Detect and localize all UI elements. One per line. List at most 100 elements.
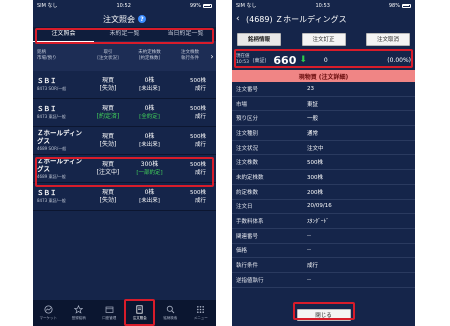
detail-row: 逆指値執行 -- <box>232 272 415 288</box>
action-buttons: 銘柄情報 注文訂正 注文取消 <box>232 28 415 50</box>
scroll-right-icon[interactable]: › <box>209 52 215 61</box>
price-time: 10:53 <box>236 60 249 65</box>
tab-today-filled[interactable]: 当日約定一覧 <box>155 27 216 41</box>
order-row[interactable]: ＳＢＩ 8473 東証/一般 現買 [約定済] 0株 [全約定] 500株 成行 <box>33 99 216 127</box>
filled-status: [一部約定] <box>136 169 163 176</box>
tab-unfilled-list[interactable]: 未約定一覧 <box>94 27 155 41</box>
col-header-stock: 銘柄 市場/預り <box>37 50 57 61</box>
battery-percent: 98% <box>388 2 400 9</box>
nav-label: マーケット <box>39 316 58 320</box>
detail-key: 関連番号 <box>236 233 259 240</box>
detail-key: 市場 <box>236 101 248 108</box>
stock-code-market: 8473 東証/一般 <box>37 197 66 203</box>
price-market: (東証) <box>252 57 267 64</box>
battery-indicator: 98% <box>389 3 411 9</box>
search-icon <box>166 305 175 314</box>
help-icon[interactable]: ? <box>138 15 146 23</box>
order-row[interactable]: ＳＢＩ 8473 東証/一般 現買 [失効] 0株 [未出来] 500株 成行 <box>33 183 216 211</box>
page-title-bar: 注文照会 ? <box>33 11 216 27</box>
modify-order-button[interactable]: 注文訂正 <box>301 32 346 46</box>
detail-key: 手数料体系 <box>236 219 264 226</box>
nav-label: 口座管理 <box>102 316 117 320</box>
detail-value: 200株 <box>307 189 323 196</box>
detail-row: 注文番号 23 <box>232 82 415 97</box>
tab-order-inquiry[interactable]: 注文照会 <box>33 27 94 42</box>
unfilled-qty: 0株 <box>144 76 155 84</box>
detail-value: 注文中 <box>307 145 324 152</box>
wallet-icon <box>105 305 114 314</box>
order-qty: 500株 <box>190 105 206 112</box>
nav-label: 注文照会 <box>132 316 147 320</box>
order-status: [約定済] <box>96 112 120 120</box>
price-change: 0 <box>323 56 328 64</box>
current-price: 660 <box>273 53 297 67</box>
stock-title: (4689) Ｚホールディングス <box>246 15 347 24</box>
order-inquiry-screen: SIM なし 10:52 99% 注文照会 ? 注文照会 未約定一覧 当日約定一… <box>33 0 216 326</box>
filled-status: [未出来] <box>139 141 160 148</box>
detail-key: 価格 <box>236 248 248 255</box>
bottom-nav: マーケット 登録銘柄 口座管理 注文照会 銘柄検索 メニュー <box>33 300 216 326</box>
exec-condition: 成行 <box>194 141 206 148</box>
order-tabs: 注文照会 未約定一覧 当日約定一覧 <box>33 27 216 42</box>
nav-search[interactable]: 銘柄検索 <box>155 300 186 326</box>
table-header: 銘柄 市場/預り 取引 [注文状況] 未約定株数 [約定株数] 注文株数 執行条… <box>33 41 216 71</box>
detail-row: 注文種別 通常 <box>232 126 415 141</box>
stock-name: Ｚホールディングス <box>37 156 83 173</box>
trade-type: 現買 <box>101 76 114 84</box>
nav-market[interactable]: マーケット <box>33 300 64 326</box>
down-arrow-icon: ⬇ <box>299 55 307 65</box>
detail-key: 未約定株数 <box>236 174 264 181</box>
order-row[interactable]: Ｚホールディングス 4689 SOR/一般 現買 [失効] 0株 [未出来] 5… <box>33 127 216 155</box>
detail-value: 23 <box>307 85 314 92</box>
back-icon[interactable]: ‹ <box>236 14 240 24</box>
unfilled-qty: 0株 <box>144 104 155 112</box>
detail-row: 預り区分 一般 <box>232 111 415 127</box>
exec-condition: 成行 <box>194 113 206 120</box>
detail-key: 注文番号 <box>236 86 259 93</box>
filled-status: [未出来] <box>139 197 160 204</box>
detail-key: 預り区分 <box>236 116 259 123</box>
detail-value: 一般 <box>307 116 319 123</box>
nav-menu[interactable]: メニュー <box>186 300 217 326</box>
cancel-order-button[interactable]: 注文取消 <box>366 32 410 46</box>
nav-label: メニュー <box>193 316 208 320</box>
trade-type: 現買 <box>101 132 114 140</box>
clock: 10:52 <box>116 2 131 9</box>
detail-value: -- <box>307 232 311 239</box>
nav-order-inquiry[interactable]: 注文照会 <box>125 300 156 326</box>
price-change-pct: (0.00%) <box>387 56 411 64</box>
detail-row: 注文日 20/09/16 <box>232 199 415 215</box>
exec-condition: 成行 <box>194 169 206 176</box>
detail-value: 通常 <box>307 130 319 137</box>
carrier-label: SIM なし <box>37 3 58 9</box>
detail-row: 関連番号 -- <box>232 228 415 244</box>
detail-value: 300株 <box>307 174 323 181</box>
order-status: [失効] <box>99 196 117 204</box>
trade-type: 現買 <box>101 104 114 112</box>
section-header: 現物買 (注文詳細) <box>232 70 415 82</box>
filled-status: [全約定] <box>139 113 160 120</box>
detail-row: 手数料体系 ｽﾀﾝﾀﾞｰﾄﾞ <box>232 214 415 229</box>
close-button[interactable]: 閉じる <box>296 309 351 321</box>
detail-value: -- <box>307 247 311 254</box>
order-row-selected[interactable]: Ｚホールディングス 4689 東証/一般 現買 [注文中] 300株 [一部約定… <box>33 155 216 183</box>
battery-icon <box>202 3 212 8</box>
order-qty: 500株 <box>190 77 206 84</box>
stock-info-button[interactable]: 銘柄情報 <box>237 32 281 46</box>
nav-label: 登録銘柄 <box>71 316 86 320</box>
stock-code-market: 8473 東証/一般 <box>37 113 66 119</box>
detail-value: 成行 <box>307 263 319 270</box>
order-qty: 500株 <box>190 133 206 140</box>
stock-code-market: 4689 東証/一般 <box>37 173 66 179</box>
col-header-trade: 取引 [注文状況] <box>97 50 119 61</box>
order-row[interactable]: ＳＢＩ 8473 SOR/一般 現買 [失効] 0株 [未出来] 500株 成行 <box>33 71 216 99</box>
nav-watchlist[interactable]: 登録銘柄 <box>64 300 95 326</box>
order-detail-list: 注文番号 23 市場 東証 預り区分 一般 注文種別 通常 注文状況 注文中 注文株数 50… <box>232 82 415 288</box>
order-detail-screen: SIM なし 10:53 98% ‹ (4689) Ｚホールディングス 銘柄情報… <box>232 0 415 326</box>
unfilled-qty: 300株 <box>140 160 159 168</box>
order-list: ＳＢＩ 8473 SOR/一般 現買 [失効] 0株 [未出来] 500株 成行… <box>33 71 216 211</box>
nav-account[interactable]: 口座管理 <box>94 300 125 326</box>
close-bar: 閉じる <box>232 304 415 326</box>
stock-code-market: 4689 SOR/一般 <box>37 145 67 151</box>
col-header-unfilled: 未約定株数 [約定株数] <box>138 50 161 61</box>
